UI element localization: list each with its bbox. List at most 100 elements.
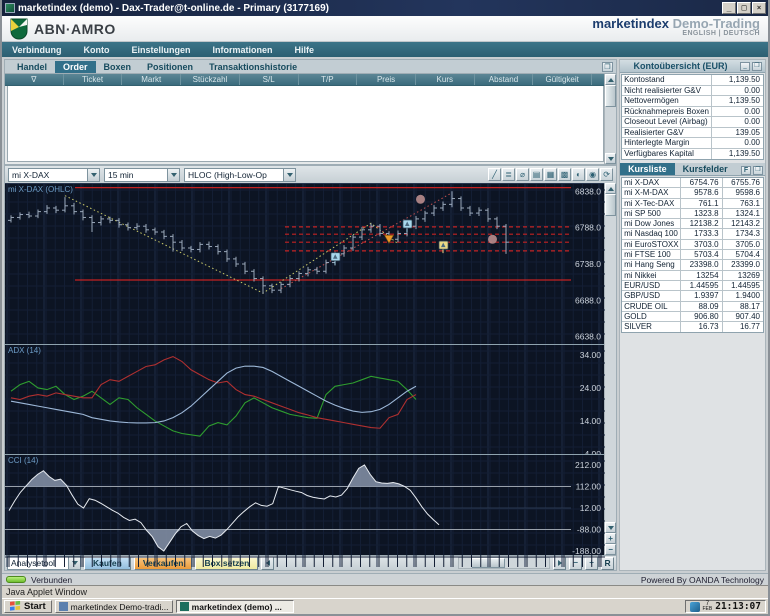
line-tool-icon[interactable]: ╱ — [488, 168, 501, 181]
module-tab[interactable]: Handel — [9, 61, 55, 73]
order-column-header[interactable]: ∇ — [5, 74, 64, 85]
quote-row[interactable]: EUR/USD 1.44595 1.44595 — [622, 281, 763, 291]
order-column-header[interactable]: T/P — [299, 74, 358, 85]
quotes-tab[interactable]: Kursliste — [620, 163, 675, 175]
interval-select[interactable]: 15 min — [104, 168, 180, 182]
quote-ask[interactable]: 907.40 — [722, 312, 763, 321]
popout-panel-icon[interactable]: ❐ — [752, 62, 762, 71]
scroll-up-icon[interactable] — [605, 74, 616, 85]
quote-bid[interactable]: 1323.8 — [680, 209, 721, 218]
eraser-icon[interactable]: ⌀ — [516, 168, 529, 181]
scroll-thumb[interactable] — [605, 85, 616, 107]
quote-row[interactable]: GBP/USD 1.9397 1.9400 — [622, 291, 763, 301]
quote-bid[interactable]: 6754.76 — [680, 178, 721, 187]
quotes-tab[interactable]: Kursfelder — [675, 163, 736, 175]
zoom-in-icon[interactable]: + — [605, 533, 616, 544]
chart-type-select[interactable]: HLOC (High-Low-Op — [184, 168, 296, 182]
zoom-out-icon[interactable]: − — [605, 544, 616, 555]
taskbar-task[interactable]: marketindex Demo-tradi... — [55, 600, 173, 613]
menu-item[interactable]: Konto — [84, 45, 110, 55]
quote-ask[interactable]: 5704.4 — [722, 250, 763, 259]
quote-row[interactable]: mi Nasdaq 100 1733.3 1734.3 — [622, 229, 763, 239]
quote-bid[interactable]: 761.1 — [680, 199, 721, 208]
tray-java-icon[interactable] — [690, 602, 700, 612]
quote-row[interactable]: GOLD 906.80 907.40 — [622, 312, 763, 322]
cci-chart[interactable]: CCI (14) 212.00112.0012.00-88.00-188.00 — [5, 454, 604, 567]
quote-ask[interactable]: 12143.2 — [722, 219, 763, 228]
quote-bid[interactable]: 1.44595 — [680, 281, 721, 290]
menu-item[interactable]: Informationen — [213, 45, 273, 55]
start-button[interactable]: Start — [4, 600, 52, 613]
quote-ask[interactable]: 88.17 — [722, 302, 763, 311]
menu-item[interactable]: Hilfe — [295, 45, 315, 55]
quote-ask[interactable]: 3705.0 — [722, 240, 763, 249]
scroll-down-icon[interactable] — [605, 153, 616, 164]
scroll-up-icon[interactable] — [605, 183, 616, 194]
quote-row[interactable]: mi Nikkei 13254 13269 — [622, 271, 763, 281]
quote-ask[interactable]: 9598.6 — [722, 188, 763, 197]
adx-chart[interactable]: ADX (14) 34.0024.0014.004.00 — [5, 344, 604, 454]
quote-bid[interactable]: 5703.4 — [680, 250, 721, 259]
quote-row[interactable]: mi X-DAX 6754.76 6755.76 — [622, 178, 763, 188]
maximize-button[interactable]: □ — [737, 2, 751, 14]
scroll-down-icon[interactable] — [605, 522, 616, 533]
minimize-button[interactable]: _ — [722, 2, 736, 14]
quote-bid[interactable]: 1.9397 — [680, 291, 721, 300]
quote-row[interactable]: CRUDE OIL 88.09 88.17 — [622, 302, 763, 312]
close-button[interactable]: × — [752, 2, 766, 14]
quote-fields-button[interactable]: F — [741, 166, 751, 175]
chevron-down-icon[interactable] — [87, 169, 99, 181]
quote-ask[interactable]: 23399.0 — [722, 260, 763, 269]
order-column-header[interactable]: Ticket — [64, 74, 123, 85]
chevron-down-icon[interactable] — [283, 169, 295, 181]
refresh-icon[interactable]: ⟳ — [600, 168, 613, 181]
quote-bid[interactable]: 16.73 — [680, 322, 721, 332]
quote-ask[interactable]: 1324.1 — [722, 209, 763, 218]
scroll-thumb[interactable] — [605, 194, 616, 216]
toggle-contrast-icon[interactable]: ◐ — [572, 168, 585, 181]
indicators-icon[interactable]: ≣ — [502, 168, 515, 181]
quote-bid[interactable]: 3703.0 — [680, 240, 721, 249]
menu-item[interactable]: Verbindung — [12, 45, 62, 55]
quote-row[interactable]: mi X-M-DAX 9578.6 9598.6 — [622, 188, 763, 198]
quote-bid[interactable]: 12138.2 — [680, 219, 721, 228]
quote-row[interactable]: mi X-Tec-DAX 761.1 763.1 — [622, 199, 763, 209]
popout-panel-icon[interactable]: ❐ — [753, 166, 763, 175]
quote-ask[interactable]: 16.77 — [722, 322, 763, 332]
instrument-select[interactable]: mi X-DAX — [8, 168, 100, 182]
order-column-header[interactable]: Markt — [122, 74, 181, 85]
window-restore-icon[interactable]: ❐ — [602, 62, 613, 72]
module-tab[interactable]: Positionen — [139, 61, 201, 73]
toggle-dot-icon[interactable]: ◉ — [586, 168, 599, 181]
order-column-header[interactable]: Stückzahl — [181, 74, 240, 85]
order-column-header[interactable]: Kurs — [416, 74, 475, 85]
chevron-down-icon[interactable] — [167, 169, 179, 181]
quote-bid[interactable]: 13254 — [680, 271, 721, 280]
layout-split-icon[interactable]: ▦ — [544, 168, 557, 181]
order-column-header[interactable]: S/L — [240, 74, 299, 85]
quote-bid[interactable]: 9578.6 — [680, 188, 721, 197]
quote-bid[interactable]: 88.09 — [680, 302, 721, 311]
quote-row[interactable]: mi Dow Jones 12138.2 12143.2 — [622, 219, 763, 229]
chart-scrollbar[interactable]: + − — [604, 183, 616, 555]
quote-row[interactable]: mi FTSE 100 5703.4 5704.4 — [622, 250, 763, 260]
layout-grid-icon[interactable]: ▩ — [558, 168, 571, 181]
order-column-header[interactable]: Gültigkeit — [533, 74, 592, 85]
quote-row[interactable]: SILVER 16.73 16.77 — [622, 322, 763, 332]
quote-bid[interactable]: 906.80 — [680, 312, 721, 321]
quote-ask[interactable]: 6755.76 — [722, 178, 763, 187]
quote-ask[interactable]: 13269 — [722, 271, 763, 280]
module-tab[interactable]: Order — [55, 61, 96, 73]
quote-row[interactable]: mi SP 500 1323.8 1324.1 — [622, 209, 763, 219]
order-column-header[interactable]: Preis — [357, 74, 416, 85]
quote-ask[interactable]: 1.44595 — [722, 281, 763, 290]
layout-single-icon[interactable]: ▤ — [530, 168, 543, 181]
quote-ask[interactable]: 763.1 — [722, 199, 763, 208]
minimize-panel-icon[interactable]: _ — [740, 62, 750, 71]
taskbar-task[interactable]: marketindex (demo) ... — [176, 600, 294, 613]
price-chart[interactable]: mi X-DAX (OHLC) 6838.06788.06738.06688.0… — [5, 184, 604, 344]
quote-ask[interactable]: 1734.3 — [722, 229, 763, 238]
quote-bid[interactable]: 23398.0 — [680, 260, 721, 269]
module-tab[interactable]: Transaktionshistorie — [201, 61, 305, 73]
menu-item[interactable]: Einstellungen — [132, 45, 191, 55]
